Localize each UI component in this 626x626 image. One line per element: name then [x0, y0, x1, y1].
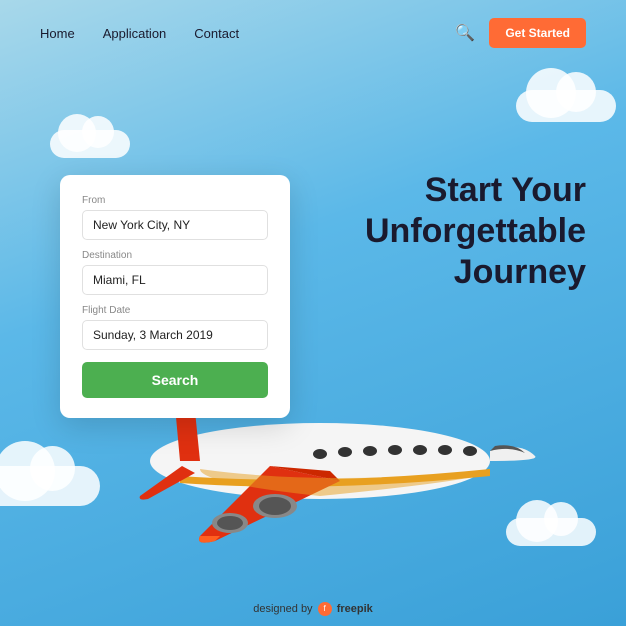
footer-brand: freepik	[337, 603, 373, 615]
hero-title: Start Your Unforgettable Journey	[365, 170, 586, 292]
cloud-3	[50, 130, 130, 158]
footer: designed by f freepik	[0, 602, 626, 616]
navbar: Home Application Contact 🔍 Get Started	[0, 0, 626, 66]
search-card: From Destination Flight Date Search	[60, 175, 290, 418]
get-started-button[interactable]: Get Started	[489, 18, 586, 48]
freepik-logo-icon: f	[318, 602, 332, 616]
search-icon[interactable]: 🔍	[455, 23, 475, 43]
nav-actions: 🔍 Get Started	[455, 18, 586, 48]
cloud-2	[516, 90, 616, 122]
footer-text: designed by	[253, 603, 312, 615]
date-label: Flight Date	[82, 305, 268, 316]
date-input[interactable]	[82, 320, 268, 350]
from-label: From	[82, 195, 268, 206]
nav-home[interactable]: Home	[40, 26, 75, 41]
page-wrapper: Home Application Contact 🔍 Get Started S…	[0, 0, 626, 626]
destination-label: Destination	[82, 250, 268, 261]
from-input[interactable]	[82, 210, 268, 240]
search-button[interactable]: Search	[82, 362, 268, 398]
nav-contact[interactable]: Contact	[194, 26, 239, 41]
nav-application[interactable]: Application	[103, 26, 167, 41]
nav-links: Home Application Contact	[40, 26, 239, 41]
destination-input[interactable]	[82, 265, 268, 295]
hero-section: Start Your Unforgettable Journey	[365, 170, 586, 292]
cloud-1	[0, 466, 100, 506]
